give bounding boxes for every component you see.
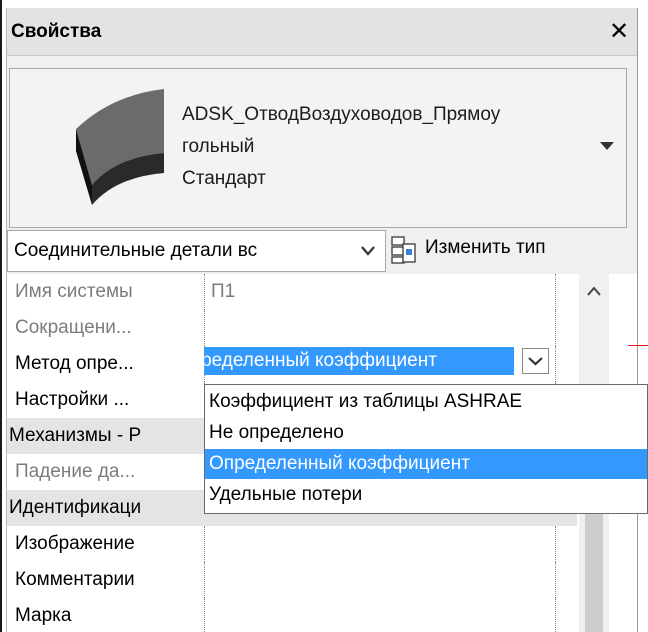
row-gutter <box>555 562 557 598</box>
method-value-text: Определенный коэффициент <box>204 347 514 375</box>
property-value <box>207 598 551 632</box>
row-gutter <box>555 310 557 346</box>
type-family-line-2: гольный <box>182 136 255 157</box>
property-row-comments[interactable]: Комментарии <box>7 562 577 599</box>
category-filter-dropdown[interactable]: Соединительные детали вс <box>7 230 386 272</box>
edit-type-label: Изменить тип <box>425 237 546 258</box>
type-variant: Стандарт <box>182 168 266 189</box>
method-value-combobox[interactable]: Определенный коэффициент <box>204 345 552 379</box>
dropdown-option-specific-loss[interactable]: Удельные потери <box>205 480 647 510</box>
scroll-thumb[interactable] <box>585 502 603 632</box>
close-icon[interactable]: ✕ <box>609 17 629 46</box>
property-row-image[interactable]: Изображение <box>7 526 577 563</box>
dropdown-option-ashrae[interactable]: Коэффициент из таблицы ASHRAE <box>205 387 647 417</box>
chevron-down-icon <box>361 246 375 256</box>
property-name: Падение да... <box>7 454 205 490</box>
row-gutter <box>555 346 557 382</box>
property-name: Изображение <box>7 526 205 562</box>
palette-title: Свойства <box>11 21 102 42</box>
property-name: Имя системы <box>7 274 205 310</box>
palette-titlebar[interactable]: Свойства ✕ <box>7 8 637 56</box>
method-dropdown-button[interactable] <box>522 348 549 374</box>
chevron-down-icon <box>528 357 543 366</box>
row-gutter <box>555 598 557 632</box>
type-family-line-1: ADSK_ОтводВоздуховодов_Прямоу <box>182 104 501 125</box>
properties-palette: Свойства ✕ ADSK_ОтводВоздуховодов_Прямоу… <box>6 8 638 632</box>
property-name: Комментарии <box>7 562 205 598</box>
chevron-up-icon <box>587 286 601 296</box>
canvas-red-line <box>628 345 648 346</box>
property-name: Метод опре... <box>7 346 205 382</box>
property-value <box>207 526 551 562</box>
row-gutter <box>555 526 557 562</box>
filter-row: Соединительные детали вс Изменить тип <box>7 230 637 272</box>
scroll-up-button[interactable] <box>579 278 609 304</box>
property-value: П1 <box>211 281 236 302</box>
property-row-abbreviation[interactable]: Сокращени... <box>7 310 577 347</box>
property-row-system-name[interactable]: Имя системы П1 <box>7 274 577 311</box>
duct-elbow-thumbnail-icon <box>76 89 164 205</box>
property-name: Настройки ... <box>7 382 205 418</box>
window-edge <box>0 0 2 632</box>
category-filter-value: Соединительные детали вс <box>14 240 258 261</box>
type-selector[interactable]: ADSK_ОтводВоздуховодов_Прямоу гольный Ст… <box>9 68 627 228</box>
dropdown-option-specific-coefficient[interactable]: Определенный коэффициент <box>205 449 647 479</box>
type-name: ADSK_ОтводВоздуховодов_Прямоу гольный Ст… <box>182 99 500 195</box>
row-gutter <box>555 274 557 310</box>
property-value <box>207 562 551 598</box>
property-value <box>207 310 551 346</box>
method-dropdown-list: Коэффициент из таблицы ASHRAE Не определ… <box>204 384 648 514</box>
property-row-mark[interactable]: Марка <box>7 598 577 632</box>
edit-type-icon <box>391 236 416 264</box>
dropdown-option-undefined[interactable]: Не определено <box>205 418 647 448</box>
triangle-down-icon[interactable] <box>600 141 614 151</box>
property-name: Марка <box>7 598 205 632</box>
property-name: Сокращени... <box>7 310 205 346</box>
edit-type-button[interactable]: Изменить тип <box>391 230 635 270</box>
